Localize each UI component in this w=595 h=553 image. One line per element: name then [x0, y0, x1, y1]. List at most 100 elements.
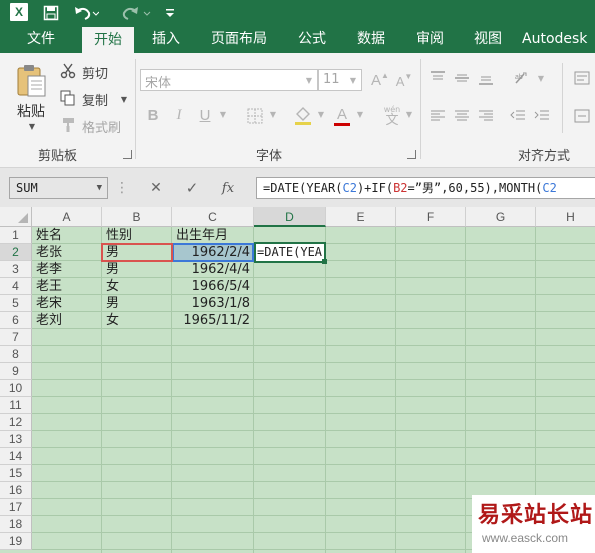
row-header[interactable]: 12 [0, 414, 32, 431]
font-name-dropdown[interactable]: 宋体 ▼ [140, 69, 318, 91]
font-launcher-icon[interactable] [407, 150, 416, 159]
row-header[interactable]: 4 [0, 278, 32, 295]
fill-color-dropdown-icon[interactable]: ▼ [316, 109, 326, 119]
tab-page-layout[interactable]: 页面布局 [197, 26, 281, 53]
redo-button[interactable] [116, 2, 154, 23]
copy-dropdown-icon[interactable]: ▼ [119, 94, 129, 104]
italic-button[interactable]: I [170, 105, 188, 125]
name-box[interactable]: SUM ▼ [9, 177, 108, 199]
row-header[interactable]: 2 [0, 244, 32, 261]
cut-icon[interactable] [59, 62, 77, 80]
column-header-f[interactable]: F [396, 207, 466, 227]
tab-file[interactable]: 文件 [0, 26, 82, 53]
fill-handle[interactable] [322, 259, 327, 264]
decrease-indent-icon[interactable] [508, 107, 528, 125]
select-all-button[interactable] [0, 207, 32, 227]
clipboard-launcher-icon[interactable] [123, 150, 132, 159]
row-header[interactable]: 16 [0, 482, 32, 499]
copy-button[interactable]: 复制 [82, 90, 108, 109]
insert-function-button[interactable]: fx [216, 179, 240, 197]
tab-insert[interactable]: 插入 [137, 26, 195, 53]
cell-a5[interactable]: 老宋 [33, 295, 101, 312]
save-button[interactable] [40, 2, 62, 23]
row-header[interactable]: 17 [0, 499, 32, 516]
column-header-b[interactable]: B [102, 207, 172, 227]
format-painter-icon[interactable] [59, 116, 77, 134]
formula-input[interactable]: =DATE(YEAR(C2)+IF(B2=”男”,60,55),MONTH(C2 [256, 177, 595, 199]
row-header[interactable]: 9 [0, 363, 32, 380]
paste-icon[interactable] [14, 63, 48, 97]
tab-formulas[interactable]: 公式 [284, 26, 340, 53]
phonetic-dropdown-icon[interactable]: ▼ [404, 109, 414, 119]
row-header[interactable]: 5 [0, 295, 32, 312]
column-header-a[interactable]: A [32, 207, 102, 227]
cell-b1[interactable]: 性别 [103, 227, 171, 244]
bottom-align-icon[interactable] [476, 69, 496, 87]
tab-autodesk[interactable]: Autodesk [522, 26, 595, 53]
tab-review[interactable]: 审阅 [402, 26, 458, 53]
column-header-h[interactable]: H [536, 207, 595, 227]
column-header-d[interactable]: D [254, 207, 326, 227]
cell-a1[interactable]: 姓名 [33, 227, 101, 244]
row-header[interactable]: 3 [0, 261, 32, 278]
cell-a4[interactable]: 老王 [33, 278, 101, 295]
row-header[interactable]: 7 [0, 329, 32, 346]
underline-dropdown-icon[interactable]: ▼ [218, 109, 228, 119]
cell-c6[interactable]: 1965/11/2 [173, 312, 253, 329]
font-size-dropdown[interactable]: 11 ▼ [318, 69, 362, 91]
row-header[interactable]: 1 [0, 227, 32, 244]
cell-b5[interactable]: 男 [103, 295, 171, 312]
chevron-down-icon[interactable]: ▼ [97, 178, 102, 198]
increase-indent-icon[interactable] [532, 107, 552, 125]
decrease-font-icon[interactable]: A ▼ [394, 71, 414, 91]
borders-dropdown-icon[interactable]: ▼ [268, 109, 278, 119]
row-header[interactable]: 13 [0, 431, 32, 448]
orientation-dropdown-icon[interactable]: ▼ [536, 73, 546, 83]
font-color-icon[interactable]: A [333, 105, 351, 127]
bold-button[interactable]: B [144, 105, 162, 125]
row-header[interactable]: 18 [0, 516, 32, 533]
tab-view[interactable]: 视图 [460, 26, 516, 53]
borders-icon[interactable] [245, 106, 265, 126]
column-header-e[interactable]: E [326, 207, 396, 227]
orientation-icon[interactable]: ab [512, 69, 534, 87]
row-header[interactable]: 15 [0, 465, 32, 482]
tab-data[interactable]: 数据 [342, 26, 400, 53]
cell-b3[interactable]: 男 [103, 261, 171, 278]
underline-button[interactable]: U [196, 105, 214, 125]
increase-font-icon[interactable]: A ▲ [370, 69, 390, 91]
cell-b4[interactable]: 女 [103, 278, 171, 295]
cell-a2[interactable]: 老张 [33, 244, 101, 261]
cell-b2[interactable]: 男 [103, 244, 171, 261]
enter-button[interactable]: ✓ [182, 179, 202, 197]
align-left-icon[interactable] [428, 107, 448, 125]
tab-home[interactable]: 开始 [82, 27, 134, 53]
row-header[interactable]: 8 [0, 346, 32, 363]
cell-b6[interactable]: 女 [103, 312, 171, 329]
row-header[interactable]: 10 [0, 380, 32, 397]
row-header[interactable]: 6 [0, 312, 32, 329]
row-header[interactable]: 19 [0, 533, 32, 550]
cell-c3[interactable]: 1962/4/4 [173, 261, 253, 278]
undo-button[interactable] [72, 2, 100, 23]
cancel-button[interactable]: ✕ [146, 179, 166, 197]
copy-icon[interactable] [59, 89, 77, 107]
cell-a3[interactable]: 老李 [33, 261, 101, 278]
cell-c2[interactable]: 1962/2/4 [173, 244, 253, 261]
align-right-icon[interactable] [476, 107, 496, 125]
cell-d2-editor[interactable]: =DATE(YEA [254, 242, 326, 263]
format-painter-button[interactable]: 格式刷 [82, 117, 121, 136]
row-header[interactable]: 14 [0, 448, 32, 465]
middle-align-icon[interactable] [452, 69, 472, 87]
cut-button[interactable]: 剪切 [82, 63, 108, 82]
customize-quick-access-button[interactable] [164, 2, 176, 23]
fill-color-icon[interactable] [292, 105, 314, 127]
merge-center-icon[interactable] [572, 107, 592, 125]
cell-c5[interactable]: 1963/1/8 [173, 295, 253, 312]
paste-button[interactable]: 粘贴 [17, 101, 45, 121]
cell-a6[interactable]: 老刘 [33, 312, 101, 329]
cell-c4[interactable]: 1966/5/4 [173, 278, 253, 295]
align-center-icon[interactable] [452, 107, 472, 125]
row-header[interactable]: 11 [0, 397, 32, 414]
top-align-icon[interactable] [428, 69, 448, 87]
